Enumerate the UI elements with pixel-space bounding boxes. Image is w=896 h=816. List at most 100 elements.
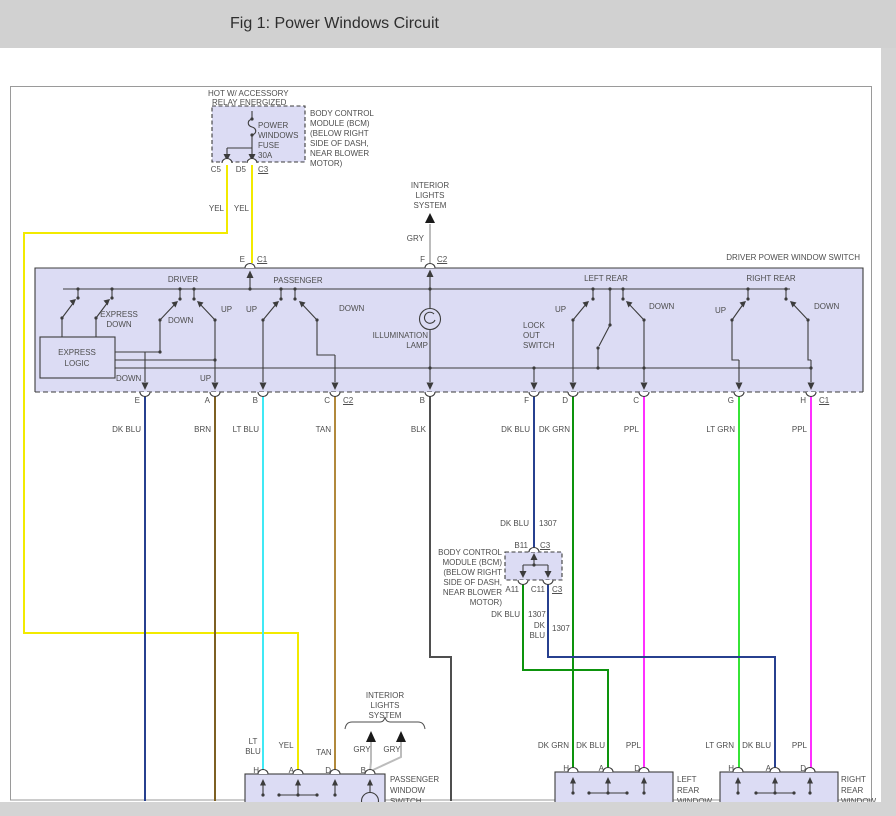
right-rear-down-label: DOWN: [814, 302, 839, 311]
bcm-top-note-line5: NEAR BLOWER: [310, 149, 369, 158]
illumination-label-line1: ILLUMINATION: [373, 331, 428, 340]
pin-label-e-top: E: [240, 255, 245, 264]
section-passenger: PASSENGER: [273, 276, 322, 285]
bcm-top-note-line4: SIDE OF DASH,: [310, 139, 369, 148]
lockout-label-line1: LOCK: [523, 321, 545, 330]
pin-label-e: E: [135, 396, 140, 405]
pin-label-d: D: [562, 396, 568, 405]
pin-label-a11: A11: [505, 585, 519, 594]
main-switch-box: [35, 264, 863, 397]
express-down-line2: DOWN: [106, 320, 131, 329]
lr-wire-label-dkblu: DK BLU: [576, 741, 605, 750]
wire-label-brn: BRN: [194, 425, 211, 434]
wire-label-ltblu-line2: BLU: [245, 747, 261, 756]
pin-label-g: G: [728, 396, 734, 405]
lr-name-line1: LEFT: [677, 775, 697, 784]
bottom-margin: [0, 802, 896, 816]
pin-label-d5: D5: [236, 165, 246, 174]
pin-arc-f-c2: [425, 264, 435, 269]
fuse-name-line1: POWER: [258, 121, 288, 130]
rr-pin-d: D: [800, 764, 806, 773]
passenger-pin-b: B: [361, 766, 366, 775]
a11-circuit: 1307: [528, 610, 546, 619]
c11-circuit: 1307: [552, 624, 570, 633]
pin-label-b11: B11: [514, 541, 528, 550]
conn-label-c1-top: C1: [257, 255, 267, 264]
rr-wire-label-ppl: PPL: [792, 741, 807, 750]
bottom-up-label: UP: [200, 374, 211, 383]
wire-label-ltblu: LT BLU: [233, 425, 259, 434]
illumination-label-line2: LAMP: [406, 341, 428, 350]
rr-name-line1: RIGHT: [841, 775, 866, 784]
bottom-pin-arcs: [140, 392, 816, 397]
pin-arc-a11: [518, 580, 528, 585]
wire-label-gry-1: GRY: [353, 745, 370, 754]
wire-label-yel-left: YEL: [209, 204, 224, 213]
driver-down-label: DOWN: [168, 316, 193, 325]
interior-top-line1: INTERIOR: [411, 181, 449, 190]
rr-pin-h: H: [728, 764, 734, 773]
lr-wire-label-dkgrn: DK GRN: [538, 741, 569, 750]
interior-bottom-line1: INTERIOR: [366, 691, 404, 700]
bcm-box: [505, 548, 562, 585]
passenger-pin-d: D: [325, 766, 331, 775]
pin-arc-b11: [529, 548, 539, 553]
section-right-rear: RIGHT REAR: [746, 274, 795, 283]
pin-label-b1: B: [253, 396, 258, 405]
passenger-name-line1: PASSENGER: [390, 775, 439, 784]
right-rear-switch-box: [720, 768, 838, 804]
c11-wire-label-line2: BLU: [529, 631, 545, 640]
right-margin: [881, 48, 896, 816]
rr-name-line2: REAR: [841, 786, 863, 795]
lr-pin-d: D: [634, 764, 640, 773]
lockout-label-line2: OUT: [523, 331, 540, 340]
pin-arc-e-c1: [245, 264, 255, 269]
pin-label-a: A: [205, 396, 210, 405]
fuse-location-line2: RELAY ENERGIZED: [212, 98, 286, 107]
bcm-top-note-line1: BODY CONTROL: [310, 109, 374, 118]
lr-name-line2: REAR: [677, 786, 699, 795]
pin-label-c11: C11: [531, 585, 545, 594]
pin-label-c1: C: [324, 396, 330, 405]
rr-pin-a: A: [766, 764, 771, 773]
page: { "page": { "title": "Fig 1: Power Windo…: [0, 0, 896, 816]
conn-label-c3: C3: [258, 165, 268, 174]
bcm-note-line5: NEAR BLOWER: [443, 588, 502, 597]
lr-wire-label-ppl: PPL: [626, 741, 641, 750]
pin-arc-c5: [222, 159, 232, 164]
right-rear-up-label: UP: [715, 306, 726, 315]
pin-label-f: F: [524, 396, 529, 405]
bcm-in-wire-label: DK BLU: [500, 519, 529, 528]
wire-label-gry-top: GRY: [407, 234, 424, 243]
pin-label-c5: C5: [211, 165, 221, 174]
bcm-note-line4: SIDE OF DASH,: [443, 578, 502, 587]
left-rear-switch-box: [555, 768, 673, 804]
wire-label-dkblu-e: DK BLU: [112, 425, 141, 434]
fuse-location-line1: HOT W/ ACCESSORY: [208, 89, 289, 98]
wire-label-ppl-c: PPL: [624, 425, 639, 434]
fuse-name-line3: FUSE: [258, 141, 279, 150]
wire-label-yel-right: YEL: [234, 204, 249, 213]
interior-lights-bottom: [345, 717, 425, 742]
pin-arc-d5: [247, 159, 257, 164]
express-logic-line2: LOGIC: [65, 359, 90, 368]
rr-wire-label-dkblu: DK BLU: [742, 741, 771, 750]
interior-top-line2: LIGHTS: [416, 191, 445, 200]
conn-label-c2-top: C2: [437, 255, 447, 264]
wire-label-ltblu-line1: LT: [249, 737, 258, 746]
passenger-down-label: DOWN: [339, 304, 364, 313]
lockout-label-line3: SWITCH: [523, 341, 555, 350]
bottom-down-label: DOWN: [116, 374, 141, 383]
driver-up-label: UP: [221, 305, 232, 314]
wire-label-dkgrn: DK GRN: [539, 425, 570, 434]
pin-label-c2: C: [633, 396, 639, 405]
bcm-top-note-line6: MOTOR): [310, 159, 342, 168]
interior-bottom-line3: SYSTEM: [369, 711, 402, 720]
interior-lights-top-arrow: [425, 213, 435, 223]
conn-label-c2-row: C2: [343, 396, 353, 405]
passenger-up-label: UP: [246, 305, 257, 314]
bcm-note-line1: BODY CONTROL: [438, 548, 502, 557]
wire-label-tan-bottom: TAN: [316, 748, 331, 757]
pin-label-f-top: F: [420, 255, 425, 264]
bcm-top-note-line2: MODULE (BCM): [310, 119, 370, 128]
